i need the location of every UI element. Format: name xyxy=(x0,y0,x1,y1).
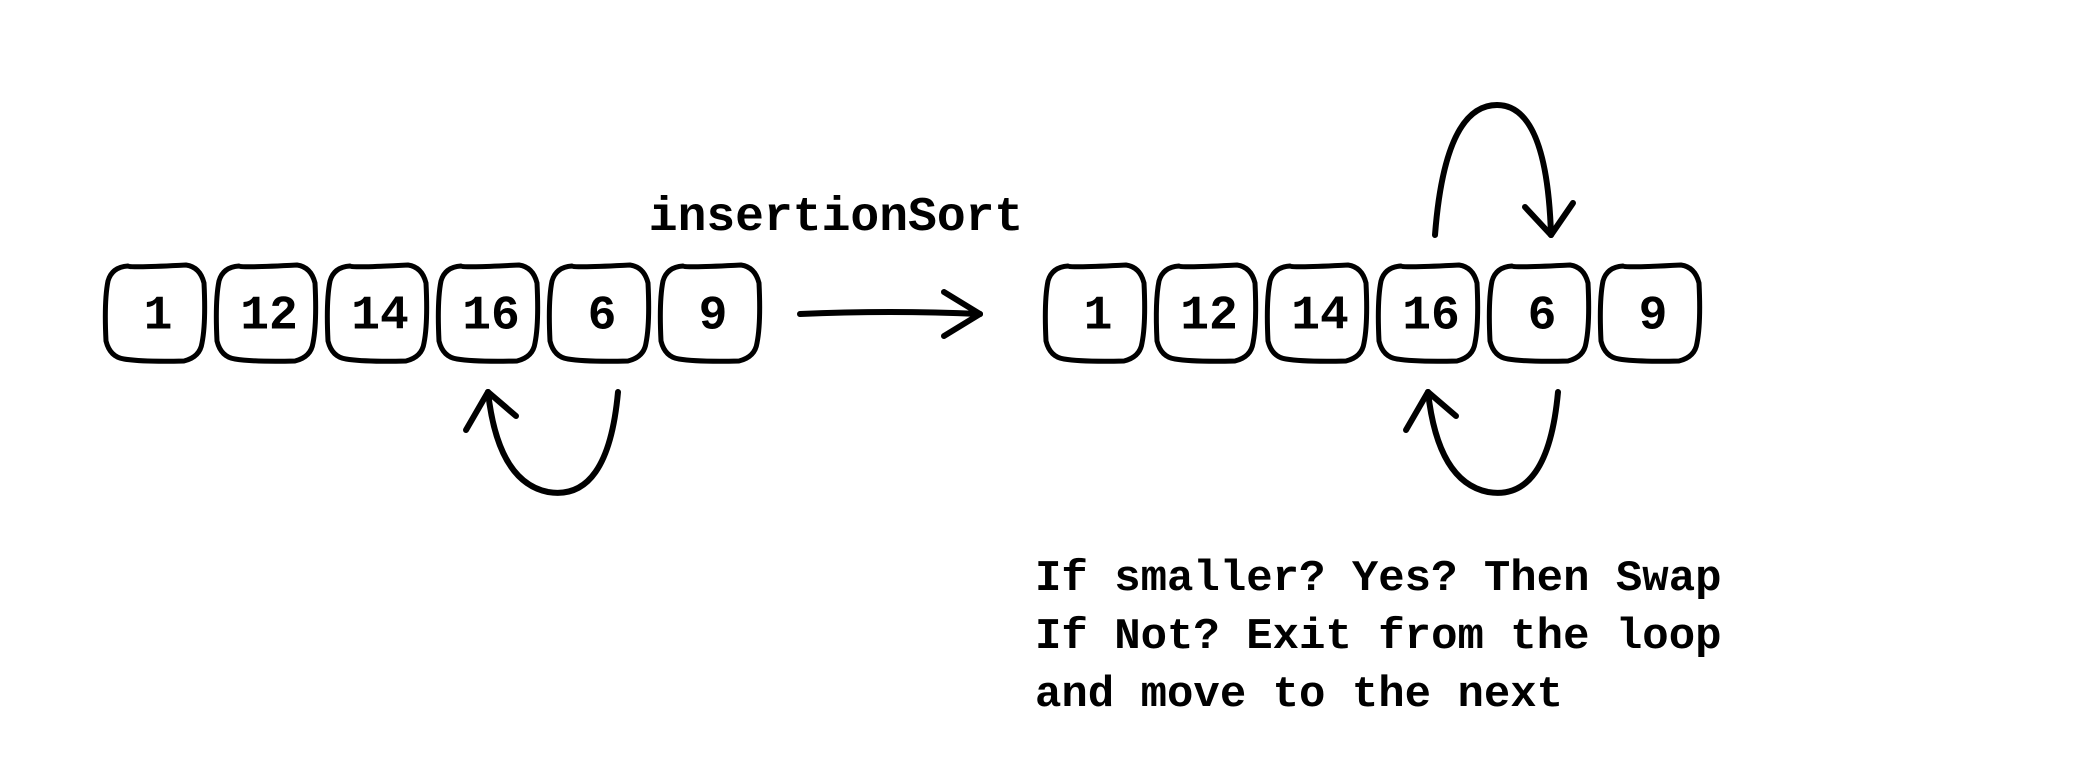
array-box: 6 xyxy=(1489,265,1588,361)
array-box: 9 xyxy=(660,265,759,361)
diagram-title: insertionSort xyxy=(649,191,1023,245)
swap-arrow-top xyxy=(1435,105,1573,235)
array-box: 16 xyxy=(438,265,537,361)
right-array: 1 12 14 16 6 9 xyxy=(1045,265,1699,361)
array-value: 12 xyxy=(240,290,298,344)
swap-arrow-bottom xyxy=(1406,392,1558,493)
array-box: 9 xyxy=(1600,265,1699,361)
array-value: 12 xyxy=(1180,290,1238,344)
left-array: 1 12 14 16 6 9 xyxy=(105,265,759,361)
array-box: 6 xyxy=(549,265,648,361)
array-box: 12 xyxy=(1156,265,1255,361)
swap-arrow-left xyxy=(466,392,618,493)
description: If smaller? Yes? Then Swap If Not? Exit … xyxy=(1035,554,1722,720)
array-box: 14 xyxy=(327,265,426,361)
array-value: 6 xyxy=(1528,290,1557,344)
diagram-canvas: insertionSort 1 12 14 16 6 9 xyxy=(0,0,2081,775)
transition-arrow xyxy=(800,292,980,336)
array-box: 16 xyxy=(1378,265,1477,361)
array-value: 6 xyxy=(588,290,617,344)
array-value: 14 xyxy=(1291,290,1349,344)
array-box: 12 xyxy=(216,265,315,361)
array-value: 14 xyxy=(351,290,409,344)
array-box: 14 xyxy=(1267,265,1366,361)
array-value: 1 xyxy=(144,290,173,344)
array-box: 1 xyxy=(1045,265,1144,361)
array-value: 9 xyxy=(1639,290,1668,344)
array-value: 9 xyxy=(699,290,728,344)
array-value: 16 xyxy=(462,290,520,344)
description-line: If Not? Exit from the loop xyxy=(1035,612,1722,662)
array-value: 16 xyxy=(1402,290,1460,344)
array-box: 1 xyxy=(105,265,204,361)
description-line: If smaller? Yes? Then Swap xyxy=(1035,554,1722,604)
description-line: and move to the next xyxy=(1035,670,1563,720)
array-value: 1 xyxy=(1084,290,1113,344)
